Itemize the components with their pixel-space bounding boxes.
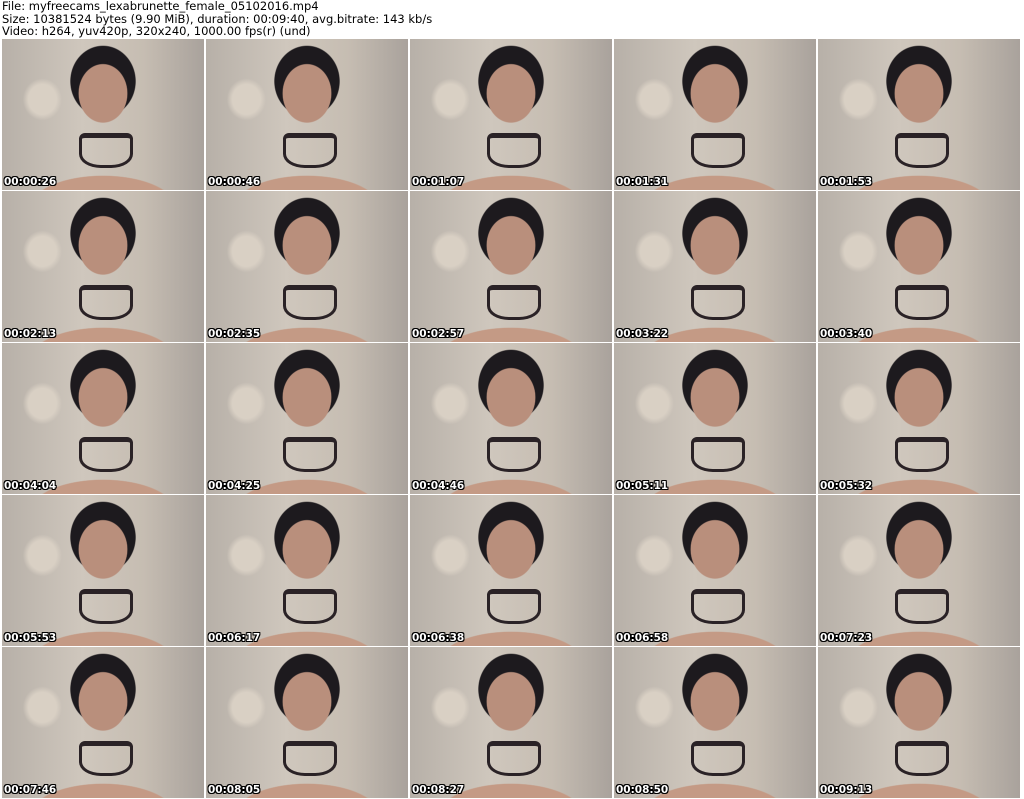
video-info-line: Video: h264, yuv420p, 320x240, 1000.00 f… [2, 24, 311, 38]
thumbnail-timestamp: 00:06:38 [412, 632, 465, 644]
video-thumbnail: 00:02:57 [410, 191, 612, 342]
thumbnail-timestamp: 00:05:11 [616, 480, 669, 492]
thumbnail-timestamp: 00:02:57 [412, 328, 465, 340]
video-thumbnail: 00:08:50 [614, 647, 816, 798]
video-thumbnail: 00:05:32 [818, 343, 1020, 494]
video-thumbnail: 00:04:25 [206, 343, 408, 494]
video-thumbnail: 00:07:23 [818, 495, 1020, 646]
thumbnail-timestamp: 00:00:46 [208, 176, 261, 188]
video-thumbnail: 00:03:22 [614, 191, 816, 342]
thumbnail-timestamp: 00:01:31 [616, 176, 669, 188]
thumbnail-timestamp: 00:04:04 [4, 480, 57, 492]
thumbnail-grid: 00:00:26 00:00:46 00:01:07 00:01:31 00:01:53… [2, 39, 1020, 798]
thumbnail-timestamp: 00:05:32 [820, 480, 873, 492]
video-thumbnail: 00:01:53 [818, 39, 1020, 190]
thumbnail-timestamp: 00:07:46 [4, 784, 57, 796]
thumbnail-timestamp: 00:04:25 [208, 480, 261, 492]
video-thumbnail: 00:03:40 [818, 191, 1020, 342]
thumbnail-timestamp: 00:08:50 [616, 784, 669, 796]
video-thumbnail: 00:02:35 [206, 191, 408, 342]
thumbnail-timestamp: 00:00:26 [4, 176, 57, 188]
thumbnail-timestamp: 00:07:23 [820, 632, 873, 644]
file-name-line: File: myfreecams_lexabrunette_female_051… [2, 0, 319, 13]
thumbnail-timestamp: 00:08:05 [208, 784, 261, 796]
video-thumbnail: 00:00:46 [206, 39, 408, 190]
thumbnail-timestamp: 00:06:17 [208, 632, 261, 644]
thumbnail-timestamp: 00:03:40 [820, 328, 873, 340]
video-thumbnail: 00:08:05 [206, 647, 408, 798]
thumbnail-timestamp: 00:03:22 [616, 328, 669, 340]
thumbnail-timestamp: 00:04:46 [412, 480, 465, 492]
file-info-header: File: myfreecams_lexabrunette_female_051… [2, 0, 432, 38]
thumbnail-timestamp: 00:05:53 [4, 632, 57, 644]
thumbnail-timestamp: 00:01:07 [412, 176, 465, 188]
video-thumbnail: 00:07:46 [2, 647, 204, 798]
thumbnail-timestamp: 00:02:13 [4, 328, 57, 340]
video-thumbnail: 00:04:04 [2, 343, 204, 494]
thumbnail-timestamp: 00:01:53 [820, 176, 873, 188]
video-thumbnail: 00:01:07 [410, 39, 612, 190]
thumbnail-timestamp: 00:08:27 [412, 784, 465, 796]
video-thumbnail: 00:04:46 [410, 343, 612, 494]
thumbnail-timestamp: 00:06:58 [616, 632, 669, 644]
video-thumbnail: 00:05:53 [2, 495, 204, 646]
video-thumbnail: 00:08:27 [410, 647, 612, 798]
thumbnail-timestamp: 00:09:13 [820, 784, 873, 796]
video-thumbnail: 00:00:26 [2, 39, 204, 190]
video-thumbnail: 00:06:38 [410, 495, 612, 646]
video-thumbnail: 00:02:13 [2, 191, 204, 342]
video-thumbnail: 00:09:13 [818, 647, 1020, 798]
video-thumbnail: 00:06:17 [206, 495, 408, 646]
video-thumbnail: 00:05:11 [614, 343, 816, 494]
video-thumbnail: 00:01:31 [614, 39, 816, 190]
video-thumbnail: 00:06:58 [614, 495, 816, 646]
thumbnail-timestamp: 00:02:35 [208, 328, 261, 340]
